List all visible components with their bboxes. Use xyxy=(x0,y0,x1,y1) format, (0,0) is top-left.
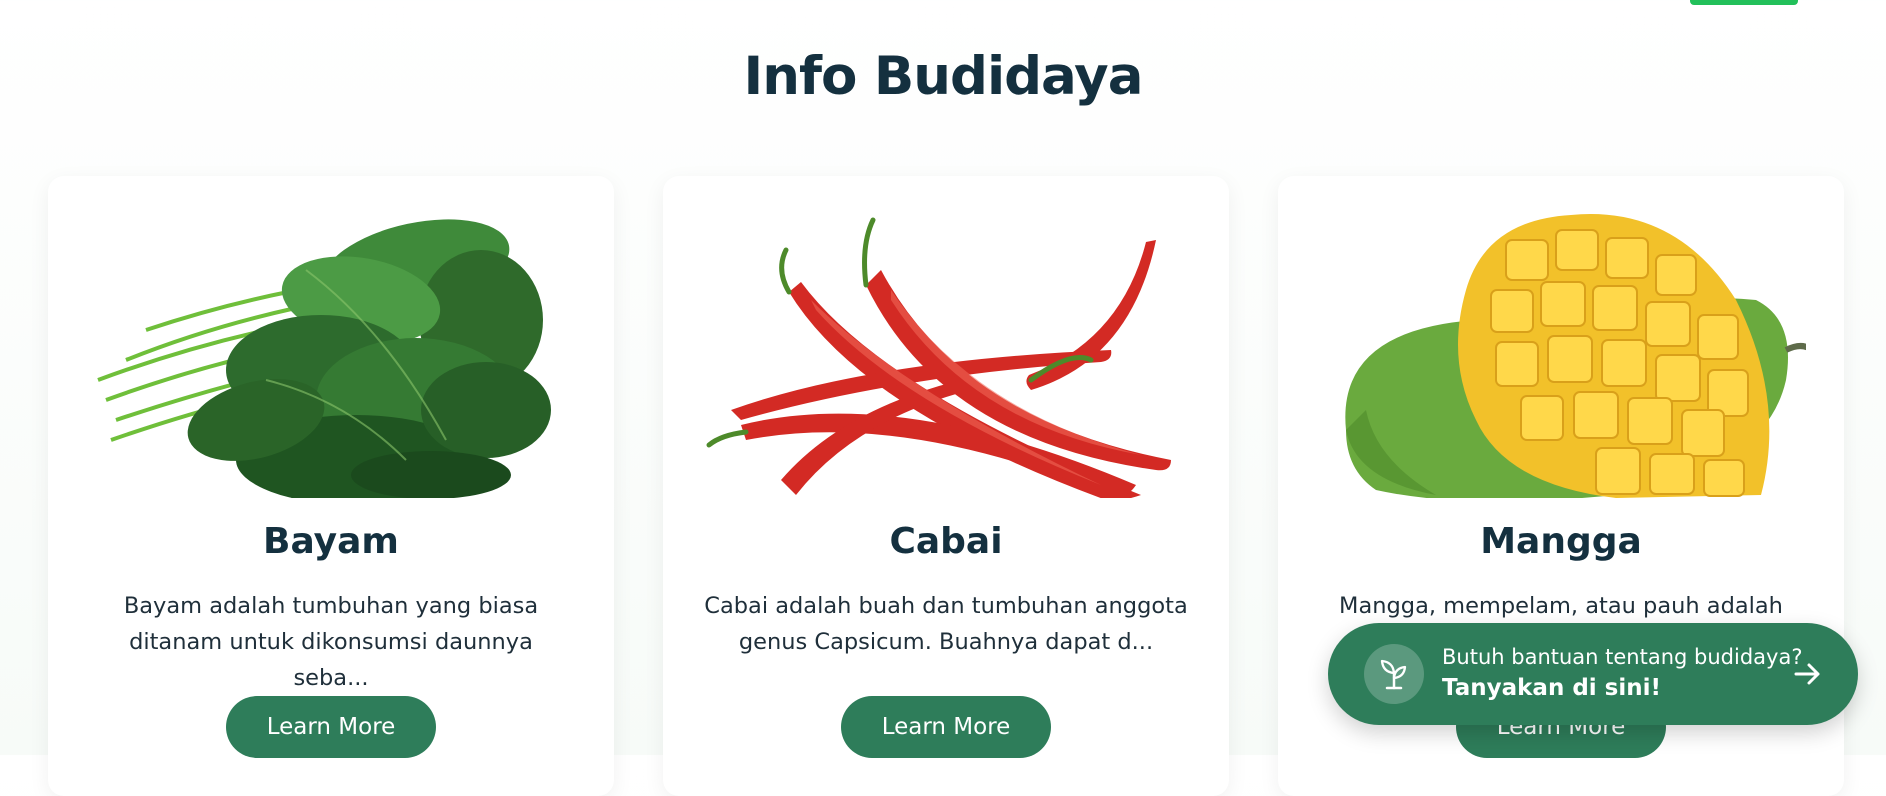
card-cabai: Cabai Cabai adalah buah dan tumbuhan ang… xyxy=(663,176,1229,796)
chili-image xyxy=(706,217,1171,498)
help-cta-text: Tanyakan di sini! xyxy=(1442,675,1662,701)
ask-help-button[interactable]: Butuh bantuan tentang budidaya? Tanyakan… xyxy=(1328,623,1858,725)
card-bayam: Bayam Bayam adalah tumbuhan yang biasa d… xyxy=(48,176,614,796)
card-description: Bayam adalah tumbuhan yang biasa ditanam… xyxy=(123,593,539,691)
help-prompt-text: Butuh bantuan tentang budidaya? xyxy=(1442,645,1803,669)
learn-more-button[interactable]: Learn More xyxy=(226,696,436,758)
card-title: Cabai xyxy=(889,521,1003,562)
sprout-icon xyxy=(1364,644,1424,704)
top-accent-bar xyxy=(1690,0,1798,5)
page-title: Info Budidaya xyxy=(743,46,1144,107)
learn-more-button[interactable]: Learn More xyxy=(841,696,1051,758)
card-title: Bayam xyxy=(263,521,399,562)
arrow-right-icon xyxy=(1794,663,1820,685)
card-description: Mangga, mempelam, atau pauh adalah xyxy=(1339,593,1783,619)
spinach-image xyxy=(97,219,551,498)
card-description: Cabai adalah buah dan tumbuhan anggota g… xyxy=(704,593,1188,655)
mango-image xyxy=(1345,214,1806,498)
card-title: Mangga xyxy=(1480,521,1642,562)
